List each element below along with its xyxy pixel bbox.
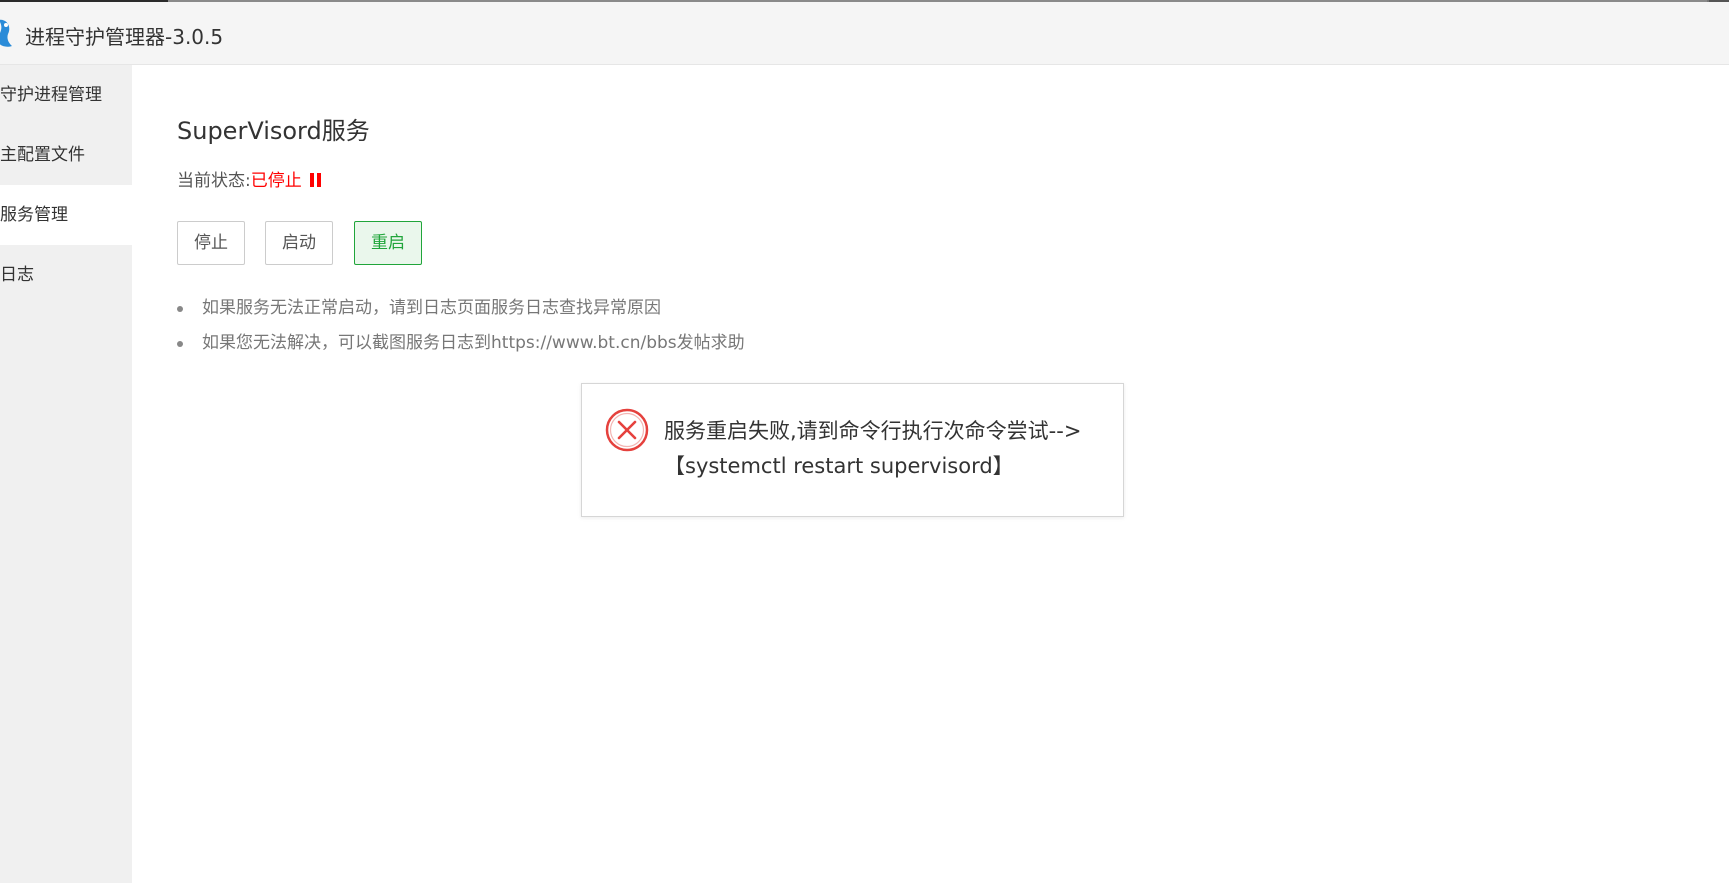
plugin-window: 进程守护管理器-3.0.5 守护进程管理 主配置文件 服务管理 日志 Super… — [0, 0, 1729, 883]
sidebar: 守护进程管理 主配置文件 服务管理 日志 — [0, 65, 132, 883]
page-title: SuperVisord服务 — [177, 117, 370, 145]
start-button[interactable]: 启动 — [265, 221, 333, 265]
help-tips-list: 如果服务无法正常启动，请到日志页面服务日志查找异常原因 如果您无法解决，可以截图… — [177, 291, 745, 361]
service-status: 当前状态:已停止 — [177, 166, 322, 191]
pause-icon — [309, 173, 322, 187]
error-message-command: 【systemctl restart supervisord】 — [664, 454, 1014, 478]
status-label: 当前状态: — [177, 171, 251, 191]
sidebar-item-process-management[interactable]: 守护进程管理 — [0, 65, 132, 125]
stop-button[interactable]: 停止 — [177, 221, 245, 265]
sidebar-item-label: 日志 — [0, 265, 34, 285]
error-message: 服务重启失败,请到命令行执行次命令尝试--> 【systemctl restar… — [664, 414, 1081, 484]
sidebar-item-label: 服务管理 — [0, 205, 68, 225]
list-item: 如果您无法解决，可以截图服务日志到https://www.bt.cn/bbs发帖… — [177, 326, 745, 361]
sidebar-item-label: 守护进程管理 — [0, 85, 102, 105]
window-title: 进程守护管理器-3.0.5 — [25, 25, 224, 49]
error-x-icon — [605, 408, 649, 452]
error-message-line: 服务重启失败,请到命令行执行次命令尝试--> — [664, 419, 1082, 443]
status-value: 已停止 — [250, 171, 302, 191]
sidebar-item-service-management[interactable]: 服务管理 — [0, 185, 132, 245]
sidebar-item-main-config[interactable]: 主配置文件 — [0, 125, 132, 185]
title-bar: 进程守护管理器-3.0.5 — [0, 2, 1729, 65]
list-item: 如果服务无法正常启动，请到日志页面服务日志查找异常原因 — [177, 291, 745, 326]
restart-button[interactable]: 重启 — [354, 221, 422, 265]
app-logo-icon — [0, 19, 12, 47]
sidebar-item-label: 主配置文件 — [0, 145, 85, 165]
sidebar-item-logs[interactable]: 日志 — [0, 245, 132, 305]
error-message-dialog: 服务重启失败,请到命令行执行次命令尝试--> 【systemctl restar… — [581, 383, 1124, 517]
